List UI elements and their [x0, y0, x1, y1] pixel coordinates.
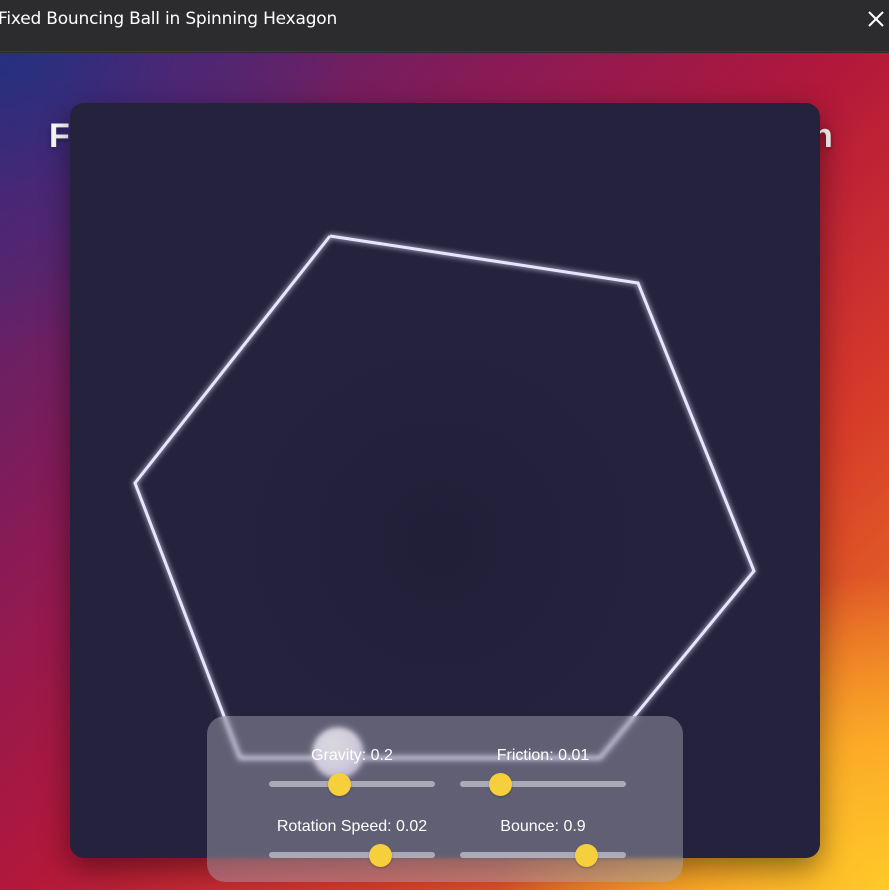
- window-titlebar: Fixed Bouncing Ball in Spinning Hexagon: [0, 0, 889, 52]
- close-icon[interactable]: [863, 6, 889, 32]
- gravity-label: Gravity: 0.2: [311, 747, 393, 764]
- gravity-slider[interactable]: [269, 773, 435, 796]
- friction-label: Friction: 0.01: [496, 747, 590, 764]
- bounce-slider[interactable]: [460, 844, 626, 867]
- controls-panel: Gravity: 0.2 Friction: 0.01 Rotation Spe…: [207, 716, 683, 882]
- bounce-label: Bounce: 0.9: [500, 818, 586, 835]
- page-heading-left: F: [49, 117, 70, 155]
- window-title: Fixed Bouncing Ball in Spinning Hexagon: [0, 9, 338, 29]
- rotation-speed-label: Rotation Speed: 0.02: [276, 818, 428, 835]
- friction-slider-thumb[interactable]: [488, 773, 512, 796]
- rotation-speed-slider[interactable]: [269, 844, 435, 867]
- friction-slider[interactable]: [460, 773, 626, 796]
- gravity-slider-thumb[interactable]: [327, 773, 351, 796]
- rotation-speed-slider-thumb[interactable]: [369, 844, 393, 867]
- page-content: F n Gravity: 0.2 Friction: 0.01 Rotation…: [0, 53, 889, 890]
- bounce-slider-thumb[interactable]: [575, 844, 599, 867]
